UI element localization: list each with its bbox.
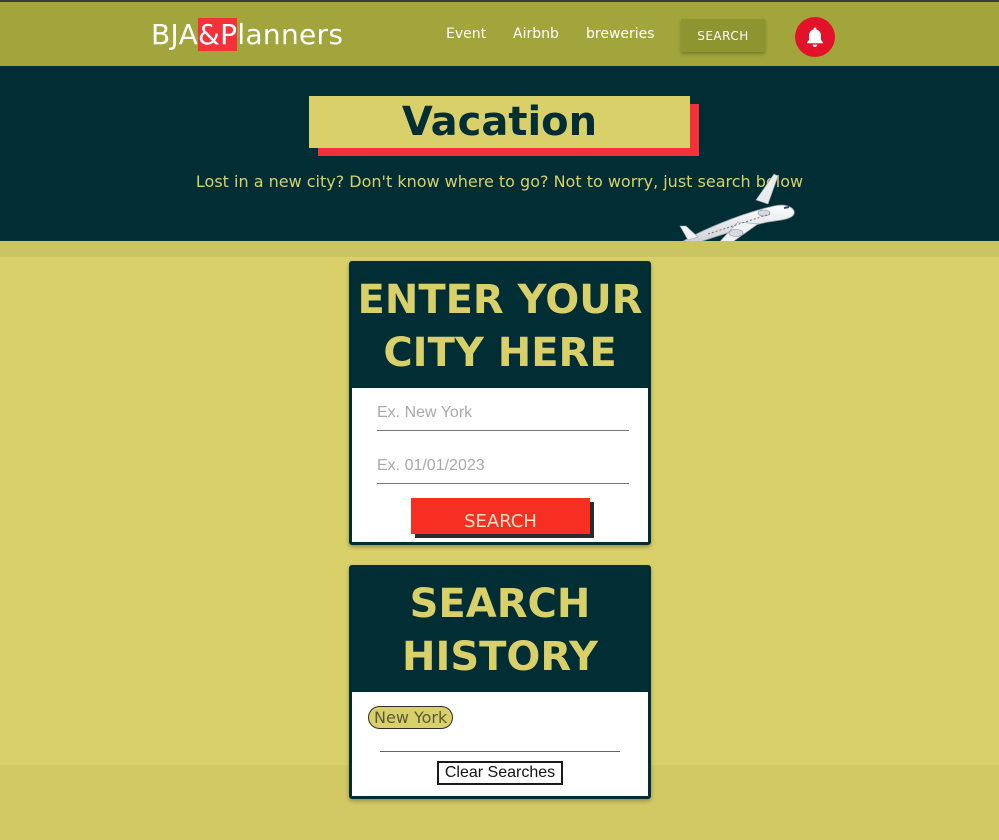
date-input[interactable] [377, 448, 629, 484]
navbar: BJA&Planners Event Airbnb breweries SEAR… [0, 0, 999, 66]
clear-searches-button[interactable]: Clear Searches [437, 761, 563, 785]
brand-highlight: &P [198, 18, 238, 51]
brand-prefix: BJA [151, 18, 199, 51]
city-search-button[interactable]: SEARCH [411, 498, 590, 534]
brand-logo[interactable]: BJA&Planners [151, 16, 343, 54]
airplane-icon [679, 173, 795, 252]
hero-section: Vacation Planner! Lost in a new city? Do… [0, 66, 999, 241]
hero-title: Vacation Planner! [309, 96, 690, 197]
history-card-heading-line2: HISTORY [401, 634, 599, 680]
hero-subtitle: Lost in a new city? Don't know where to … [195, 172, 804, 191]
city-search-card: ENTER YOUR CITY HERE SEARCH [349, 261, 651, 545]
history-item[interactable]: New York [368, 706, 454, 729]
history-divider [380, 751, 620, 752]
city-input[interactable] [377, 395, 629, 431]
nav-link-breweries[interactable]: breweries [586, 26, 655, 42]
search-history-card: SEARCH HISTORY New York Clear Searches [349, 565, 651, 799]
nav-link-event[interactable]: Event [446, 26, 486, 42]
city-card-heading-line2: CITY HERE [383, 330, 617, 376]
city-card-heading: ENTER YOUR CITY HERE [352, 264, 648, 388]
bell-icon [807, 27, 823, 47]
history-list: New York Clear Searches [352, 692, 648, 796]
brand-suffix: lanners [237, 18, 344, 51]
nav-link-airbnb[interactable]: Airbnb [513, 26, 559, 42]
nav-search-button[interactable]: SEARCH [681, 19, 765, 52]
city-card-heading-line1: ENTER YOUR [357, 277, 643, 323]
hero-bottom-band [0, 241, 999, 257]
history-card-heading-line1: SEARCH [409, 581, 591, 627]
hero-title-block: Vacation Planner! [309, 96, 699, 197]
notification-button[interactable] [795, 17, 835, 57]
history-card-heading: SEARCH HISTORY [352, 568, 648, 692]
